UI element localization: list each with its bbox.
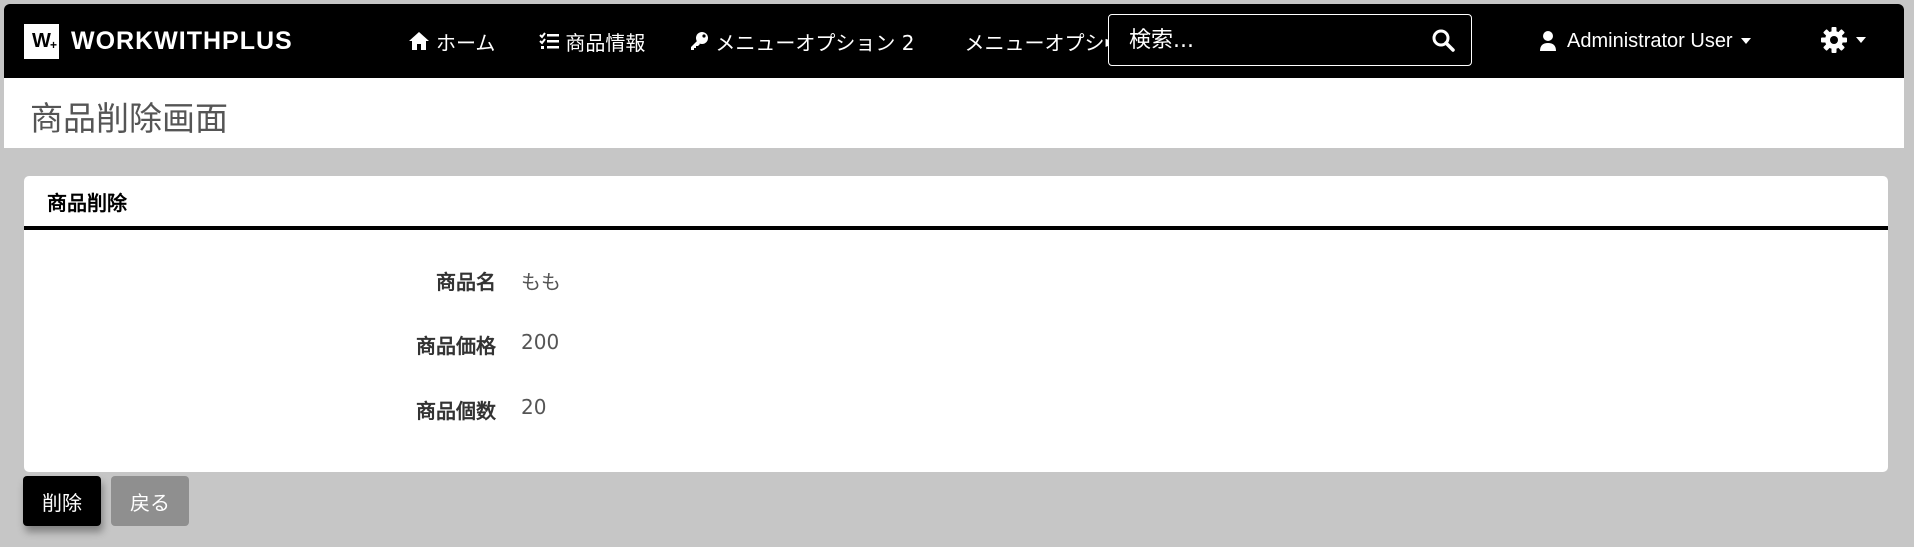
- panel-header: 商品削除: [24, 176, 1888, 230]
- nav-item-home[interactable]: ホーム: [408, 27, 495, 56]
- delete-panel: 商品削除 商品名 もも 商品価格 200 商品個数 20: [24, 176, 1888, 472]
- search-icon[interactable]: [1431, 28, 1455, 52]
- chevron-down-icon: [1740, 38, 1751, 44]
- brand-name: WORKWITHPLUS: [71, 26, 293, 55]
- field-value: 20: [521, 395, 547, 419]
- delete-button[interactable]: 削除: [23, 476, 101, 526]
- brand-logo: W +: [24, 23, 59, 59]
- field-value: 200: [521, 330, 560, 354]
- search-box: [1108, 14, 1472, 66]
- page-title: 商品削除画面: [30, 99, 228, 138]
- brand[interactable]: W + WORKWITHPLUS: [24, 23, 364, 59]
- field-row-product-price: 商品価格 200: [24, 322, 1888, 362]
- field-row-product-name: 商品名 もも: [24, 258, 1888, 298]
- back-button[interactable]: 戻る: [111, 476, 189, 526]
- chevron-down-icon: [1856, 37, 1866, 43]
- page-title-bar: 商品削除画面: [4, 78, 1904, 148]
- user-menu[interactable]: Administrator User: [1539, 4, 1761, 78]
- key-icon: [691, 32, 709, 50]
- nav-item-label: 商品情報: [565, 30, 646, 55]
- field-value: もも: [521, 270, 561, 294]
- nav-item-menu-option-3[interactable]: メニューオプション 3: [959, 27, 1104, 56]
- user-icon: [1540, 31, 1556, 51]
- list-check-icon: [539, 32, 560, 49]
- field-label: 商品個数: [416, 399, 496, 423]
- field-row-product-quantity: 商品個数 20: [24, 387, 1888, 427]
- field-label: 商品価格: [416, 334, 496, 358]
- top-navbar: W + WORKWITHPLUS ホーム 商品情報 メニューオプション 2 メニュ…: [4, 4, 1904, 78]
- nav-item-label: メニューオプション 2: [715, 30, 915, 55]
- gear-icon: [1821, 27, 1847, 53]
- nav-item-label: ホーム: [436, 30, 496, 55]
- user-name: Administrator User: [1567, 29, 1733, 52]
- settings-menu[interactable]: [1820, 26, 1866, 54]
- panel-title: 商品削除: [47, 190, 127, 215]
- logo-plus: +: [49, 37, 57, 52]
- field-label: 商品名: [436, 270, 496, 294]
- nav-item-product-info[interactable]: 商品情報: [539, 27, 645, 56]
- main-menu: ホーム 商品情報 メニューオプション 2 メニューオプション 3 ►: [364, 4, 1118, 78]
- home-icon: [409, 32, 429, 50]
- logo-letter: W: [32, 29, 51, 52]
- nav-item-menu-option-2[interactable]: メニューオプション 2: [689, 27, 915, 56]
- nav-item-label: メニューオプション 3: [964, 30, 1104, 55]
- search-input[interactable]: [1127, 26, 1411, 54]
